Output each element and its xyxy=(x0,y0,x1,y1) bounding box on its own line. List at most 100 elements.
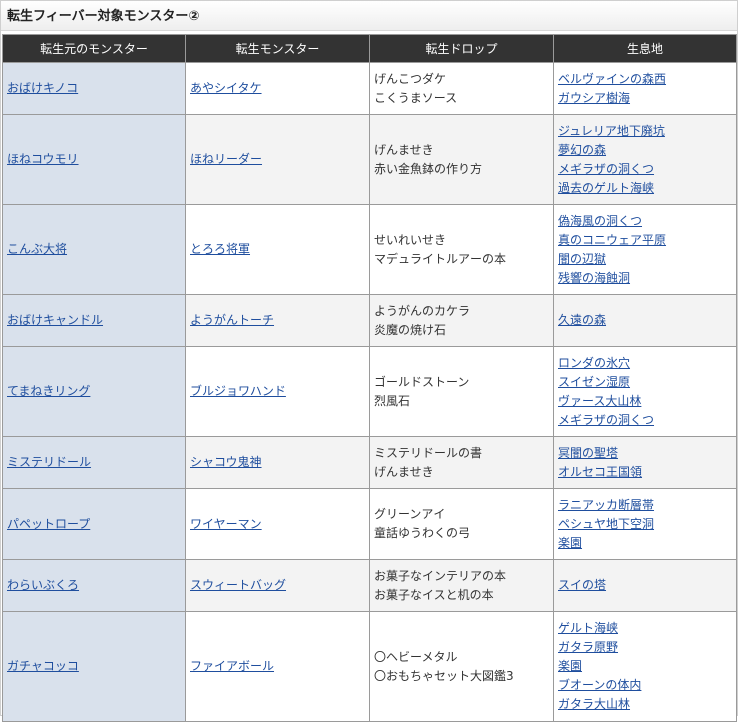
origin-monster-link[interactable]: ほねコウモリ xyxy=(7,152,79,166)
origin-monster-cell: わらいぶくろ xyxy=(2,559,186,612)
reborn-monster-cell: とろろ将軍 xyxy=(185,204,370,295)
drop-item: 赤い金魚鉢の作り方 xyxy=(374,161,483,176)
drop-item: げんませき xyxy=(374,142,434,157)
habitat-link[interactable]: 夢幻の森 xyxy=(558,143,606,157)
drop-cell: ゴールドストーン 烈風石 xyxy=(369,346,554,437)
section-title: 転生フィーバー対象モンスター② xyxy=(1,1,737,31)
table-row: おばけキノコ あやシイタケ げんこつダケ こくうまソース ベルヴァインの森西 ガ… xyxy=(2,62,737,115)
origin-monster-link[interactable]: ガチャコッコ xyxy=(7,659,79,673)
origin-monster-cell: こんぶ大将 xyxy=(2,204,186,295)
origin-monster-link[interactable]: こんぶ大将 xyxy=(7,242,67,256)
drop-item: 炎魔の焼け石 xyxy=(374,322,447,337)
origin-monster-cell: ミステリドール xyxy=(2,436,186,489)
drop-cell: グリーンアイ 童話ゆうわくの弓 xyxy=(369,488,554,560)
habitat-link[interactable]: ガウシア樹海 xyxy=(558,91,630,105)
habitat-link[interactable]: 久遠の森 xyxy=(558,313,606,327)
drop-item: ゴールドストーン xyxy=(374,374,470,389)
habitat-link[interactable]: ヴァース大山林 xyxy=(558,394,641,408)
habitat-cell: ロンダの氷穴 スイゼン湿原 ヴァース大山林 メギラザの洞くつ xyxy=(553,346,737,437)
drop-cell: 〇ヘビーメタル 〇おもちゃセット大図鑑3 xyxy=(369,611,554,722)
habitat-cell: スイの塔 xyxy=(553,559,737,612)
origin-monster-cell: おばけキノコ xyxy=(2,62,186,115)
origin-monster-link[interactable]: おばけキノコ xyxy=(7,81,78,95)
reborn-monster-cell: ブルジョワハンド xyxy=(185,346,370,437)
column-header-reborn: 転生モンスター xyxy=(185,34,370,63)
reborn-monster-link[interactable]: ほねリーダー xyxy=(190,152,262,166)
reborn-monster-cell: スウィートバッグ xyxy=(185,559,370,612)
habitat-link[interactable]: 過去のゲルト海峡 xyxy=(558,181,654,195)
origin-monster-cell: ガチャコッコ xyxy=(2,611,186,722)
habitat-link[interactable]: 冥闇の聖塔 xyxy=(558,446,618,460)
habitat-link[interactable]: ロンダの氷穴 xyxy=(558,356,630,370)
reborn-monster-link[interactable]: シャコウ鬼神 xyxy=(190,455,262,469)
table-row: パペットロープ ワイヤーマン グリーンアイ 童話ゆうわくの弓 ラニアッカ断層帯 … xyxy=(2,488,737,560)
habitat-link[interactable]: 残響の海蝕洞 xyxy=(558,271,630,285)
drop-item: お菓子なインテリアの本 xyxy=(374,568,507,583)
habitat-link[interactable]: メギラザの洞くつ xyxy=(558,162,654,176)
reborn-monster-link[interactable]: とろろ将軍 xyxy=(190,242,250,256)
habitat-cell: 冥闇の聖塔 オルセコ王国領 xyxy=(553,436,737,489)
origin-monster-link[interactable]: パペットロープ xyxy=(7,517,90,531)
origin-monster-cell: おばけキャンドル xyxy=(2,294,186,347)
origin-monster-cell: ほねコウモリ xyxy=(2,114,186,205)
drop-cell: げんこつダケ こくうまソース xyxy=(369,62,554,115)
drop-item: ようがんのカケラ xyxy=(374,303,471,318)
habitat-link[interactable]: オルセコ王国領 xyxy=(558,465,642,479)
habitat-link[interactable]: ゲルト海峡 xyxy=(558,621,618,635)
table-row: こんぶ大将 とろろ将軍 せいれいせき マデュライトルアーの本 偽海風の洞くつ 真… xyxy=(2,204,737,295)
drop-item: せいれいせき xyxy=(374,232,447,247)
reborn-monster-link[interactable]: スウィートバッグ xyxy=(190,578,286,592)
origin-monster-link[interactable]: てまねきリング xyxy=(7,384,90,398)
habitat-cell: ゲルト海峡 ガタラ原野 楽園 ブオーンの体内 ガタラ大山林 xyxy=(553,611,737,722)
reborn-monster-cell: ファイアボール xyxy=(185,611,370,722)
drop-item: 〇おもちゃセット大図鑑3 xyxy=(374,668,514,683)
reborn-monster-link[interactable]: ワイヤーマン xyxy=(190,517,262,531)
drop-cell: お菓子なインテリアの本 お菓子なイスと机の本 xyxy=(369,559,554,612)
habitat-link[interactable]: ブオーンの体内 xyxy=(558,678,641,692)
habitat-link[interactable]: ジュレリア地下廃坑 xyxy=(558,124,665,138)
drop-item: グリーンアイ xyxy=(374,507,446,521)
habitat-link[interactable]: ガタラ大山林 xyxy=(558,697,630,711)
drop-cell: ミステリドールの書 げんませき xyxy=(369,436,554,489)
column-header-habitat: 生息地 xyxy=(553,34,737,63)
reborn-monster-cell: あやシイタケ xyxy=(185,62,370,115)
reborn-monster-link[interactable]: あやシイタケ xyxy=(190,81,262,95)
drop-item: 烈風石 xyxy=(374,393,411,408)
habitat-link[interactable]: スイの塔 xyxy=(558,578,606,592)
habitat-cell: ベルヴァインの森西 ガウシア樹海 xyxy=(553,62,737,115)
table-row: てまねきリング ブルジョワハンド ゴールドストーン 烈風石 ロンダの氷穴 スイゼ… xyxy=(2,346,737,437)
habitat-link[interactable]: ペシュヤ地下空洞 xyxy=(558,517,654,531)
habitat-link[interactable]: 楽園 xyxy=(558,536,582,550)
habitat-link[interactable]: 偽海風の洞くつ xyxy=(558,214,642,228)
drop-item: 〇ヘビーメタル xyxy=(374,649,458,664)
habitat-cell: 偽海風の洞くつ 真のコニウェア平原 闇の辺獄 残響の海蝕洞 xyxy=(553,204,737,295)
habitat-link[interactable]: ラニアッカ断層帯 xyxy=(558,498,654,512)
column-header-origin: 転生元のモンスター xyxy=(2,34,186,63)
drop-item: 童話ゆうわくの弓 xyxy=(374,526,471,540)
origin-monster-link[interactable]: おばけキャンドル xyxy=(7,313,103,327)
table-row: ミステリドール シャコウ鬼神 ミステリドールの書 げんませき 冥闇の聖塔 オルセ… xyxy=(2,436,737,489)
column-header-drops: 転生ドロップ xyxy=(369,34,554,63)
drop-cell: げんませき 赤い金魚鉢の作り方 xyxy=(369,114,554,205)
drop-cell: せいれいせき マデュライトルアーの本 xyxy=(369,204,554,295)
fever-table: 転生元のモンスター 転生モンスター 転生ドロップ 生息地 おばけキノコ あやシイ… xyxy=(2,34,737,722)
habitat-link[interactable]: ガタラ原野 xyxy=(558,640,618,654)
origin-monster-link[interactable]: わらいぶくろ xyxy=(7,578,79,592)
reborn-monster-link[interactable]: ファイアボール xyxy=(190,659,274,673)
reborn-monster-cell: ワイヤーマン xyxy=(185,488,370,560)
habitat-cell: ラニアッカ断層帯 ペシュヤ地下空洞 楽園 xyxy=(553,488,737,560)
table-row: ガチャコッコ ファイアボール 〇ヘビーメタル 〇おもちゃセット大図鑑3 ゲルト海… xyxy=(2,611,737,722)
habitat-link[interactable]: 闇の辺獄 xyxy=(558,252,606,266)
habitat-link[interactable]: メギラザの洞くつ xyxy=(558,413,654,427)
drop-item: こくうまソース xyxy=(374,90,458,105)
origin-monster-cell: てまねきリング xyxy=(2,346,186,437)
drop-item: マデュライトルアーの本 xyxy=(374,251,507,266)
reborn-monster-link[interactable]: ブルジョワハンド xyxy=(190,384,286,398)
habitat-link[interactable]: スイゼン湿原 xyxy=(558,375,630,389)
habitat-link[interactable]: 真のコニウェア平原 xyxy=(558,233,666,247)
origin-monster-link[interactable]: ミステリドール xyxy=(7,455,91,469)
habitat-link[interactable]: ベルヴァインの森西 xyxy=(558,72,666,86)
habitat-link[interactable]: 楽園 xyxy=(558,659,582,673)
table-row: ほねコウモリ ほねリーダー げんませき 赤い金魚鉢の作り方 ジュレリア地下廃坑 … xyxy=(2,114,737,205)
reborn-monster-link[interactable]: ようがんトーチ xyxy=(190,313,274,327)
